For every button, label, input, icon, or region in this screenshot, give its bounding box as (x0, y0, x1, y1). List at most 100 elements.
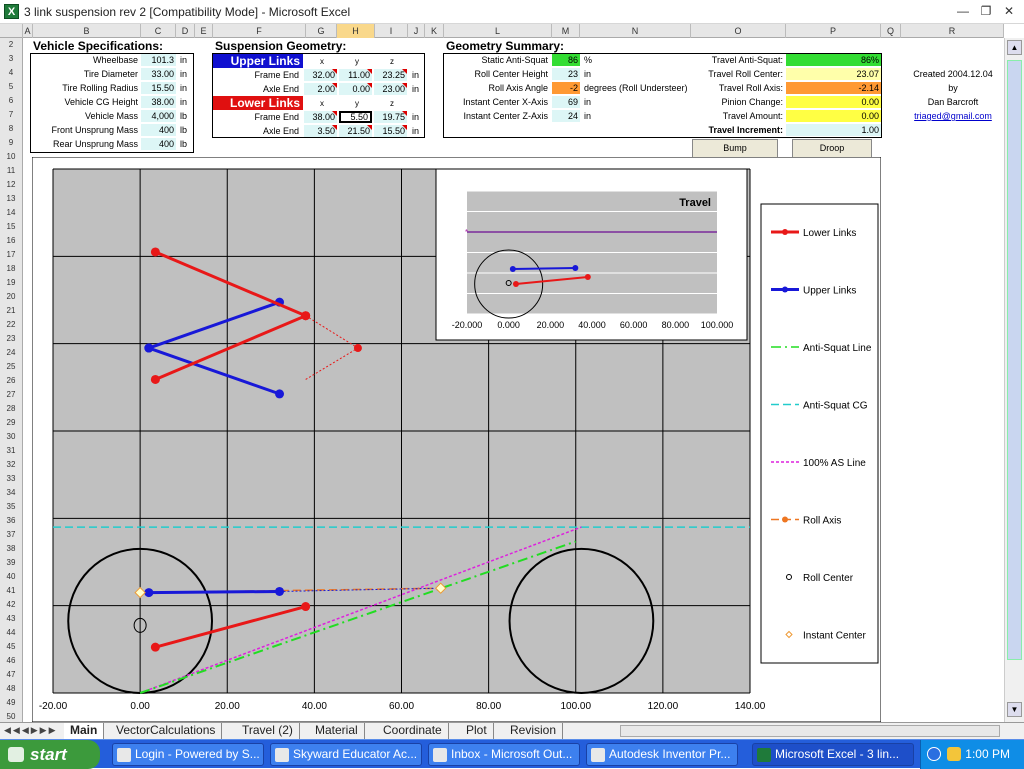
row-header[interactable]: 42 (0, 598, 22, 612)
row-header[interactable]: 41 (0, 584, 22, 598)
comment-indicator-icon[interactable] (332, 69, 337, 74)
travel-value[interactable]: 0.00 (786, 110, 881, 122)
col-header[interactable]: I (375, 24, 408, 38)
row-header[interactable]: 12 (0, 178, 22, 192)
vehicle-spec-value[interactable]: 400 (141, 124, 176, 136)
row-header[interactable]: 32 (0, 458, 22, 472)
row-header[interactable]: 17 (0, 248, 22, 262)
vehicle-spec-value[interactable]: 101.3 (141, 54, 176, 66)
col-header[interactable]: F (213, 24, 306, 38)
row-header[interactable]: 31 (0, 444, 22, 458)
col-header[interactable]: P (786, 24, 881, 38)
tab-material[interactable]: Material (309, 723, 365, 739)
row-header[interactable]: 40 (0, 570, 22, 584)
row-header[interactable]: 14 (0, 206, 22, 220)
summary-value[interactable]: 69 (552, 96, 580, 108)
col-header[interactable]: G (306, 24, 337, 38)
row-header[interactable]: 33 (0, 472, 22, 486)
row-header[interactable]: 2 (0, 38, 22, 52)
row-header[interactable]: 26 (0, 374, 22, 388)
col-header[interactable]: H (337, 24, 375, 38)
vehicle-spec-value[interactable]: 4,000 (141, 110, 176, 122)
row-header[interactable]: 43 (0, 612, 22, 626)
col-header[interactable]: A (23, 24, 33, 38)
row-header[interactable]: 8 (0, 122, 22, 136)
row-header[interactable]: 34 (0, 486, 22, 500)
summary-value[interactable]: 24 (552, 110, 580, 122)
active-cell[interactable]: 5.50 (339, 111, 372, 123)
close-icon[interactable]: ✕ (1000, 3, 1018, 19)
col-header[interactable]: E (195, 24, 213, 38)
comment-indicator-icon[interactable] (402, 83, 407, 88)
col-header[interactable]: B (33, 24, 141, 38)
row-header[interactable]: 47 (0, 668, 22, 682)
travel-value[interactable]: 0.00 (786, 96, 881, 108)
row-header[interactable]: 3 (0, 52, 22, 66)
row-header[interactable]: 39 (0, 556, 22, 570)
summary-value[interactable]: -2 (552, 82, 580, 94)
travel-value[interactable]: 1.00 (786, 124, 881, 136)
tray-app-icon[interactable] (947, 747, 961, 761)
col-header[interactable]: C (141, 24, 176, 38)
vertical-scrollbar[interactable]: ▲ ▼ (1004, 38, 1024, 722)
tab-main[interactable]: Main (64, 723, 105, 739)
comment-indicator-icon[interactable] (367, 69, 372, 74)
scroll-up-icon[interactable]: ▲ (1007, 40, 1022, 55)
row-header[interactable]: 23 (0, 332, 22, 346)
tab-coordinate[interactable]: Coordinate (377, 723, 449, 739)
row-header[interactable]: 35 (0, 500, 22, 514)
droop-button[interactable]: Droop (792, 139, 872, 158)
tab-revision[interactable]: Revision (504, 723, 564, 739)
row-header[interactable]: 18 (0, 262, 22, 276)
vehicle-spec-value[interactable]: 38.00 (141, 96, 176, 108)
tab-plot[interactable]: Plot (460, 723, 494, 739)
col-header[interactable]: O (691, 24, 786, 38)
row-header[interactable]: 6 (0, 94, 22, 108)
comment-indicator-icon[interactable] (402, 111, 407, 116)
scroll-thumb[interactable] (1007, 60, 1022, 660)
vehicle-spec-value[interactable]: 400 (141, 138, 176, 150)
row-header[interactable]: 13 (0, 192, 22, 206)
row-header[interactable]: 19 (0, 276, 22, 290)
row-header[interactable]: 11 (0, 164, 22, 178)
taskbar-item[interactable]: Login - Powered by S... (112, 743, 264, 766)
row-header[interactable]: 20 (0, 290, 22, 304)
worksheet[interactable]: Vehicle Specifications: Wheelbase 101.3 in… (23, 38, 1004, 722)
comment-indicator-icon[interactable] (402, 69, 407, 74)
col-header[interactable]: N (580, 24, 691, 38)
tab-vector-calculations[interactable]: VectorCalculations (110, 723, 223, 739)
row-header[interactable]: 46 (0, 654, 22, 668)
tab-nav-arrows-icon[interactable]: ◀◀◀▶▶▶ (4, 725, 58, 736)
col-header[interactable]: D (176, 24, 195, 38)
row-header[interactable]: 15 (0, 220, 22, 234)
travel-value[interactable]: -2.14 (786, 82, 881, 94)
summary-value[interactable]: 23 (552, 68, 580, 80)
comment-indicator-icon[interactable] (402, 125, 407, 130)
col-header[interactable]: J (408, 24, 425, 38)
taskbar-item[interactable]: Autodesk Inventor Pr... (586, 743, 738, 766)
row-header[interactable]: 49 (0, 696, 22, 710)
col-header[interactable]: M (552, 24, 580, 38)
comment-indicator-icon[interactable] (332, 111, 337, 116)
scroll-down-icon[interactable]: ▼ (1007, 702, 1022, 717)
comment-indicator-icon[interactable] (367, 83, 372, 88)
comment-indicator-icon[interactable] (332, 125, 337, 130)
tray-arrow-icon[interactable] (927, 747, 941, 761)
row-header[interactable]: 22 (0, 318, 22, 332)
row-header[interactable]: 25 (0, 360, 22, 374)
row-header[interactable]: 7 (0, 108, 22, 122)
col-header[interactable]: K (425, 24, 444, 38)
comment-indicator-icon[interactable] (367, 125, 372, 130)
row-header[interactable]: 36 (0, 514, 22, 528)
col-header[interactable]: L (444, 24, 552, 38)
suspension-chart[interactable]: -20.00 0.00 20.00 40.00 60.00 80.00 100.00 120.… (32, 157, 881, 722)
clock[interactable]: 1:00 PM (965, 747, 1010, 761)
row-header[interactable]: 28 (0, 402, 22, 416)
travel-value[interactable]: 23.07 (786, 68, 881, 80)
row-header[interactable]: 10 (0, 150, 22, 164)
credits-email-link[interactable]: triaged@gmail.com (903, 111, 1003, 121)
bump-button[interactable]: Bump (692, 139, 778, 158)
vehicle-spec-value[interactable]: 15.50 (141, 82, 176, 94)
taskbar-item-active[interactable]: Microsoft Excel - 3 lin... (752, 743, 914, 766)
row-header[interactable]: 9 (0, 136, 22, 150)
